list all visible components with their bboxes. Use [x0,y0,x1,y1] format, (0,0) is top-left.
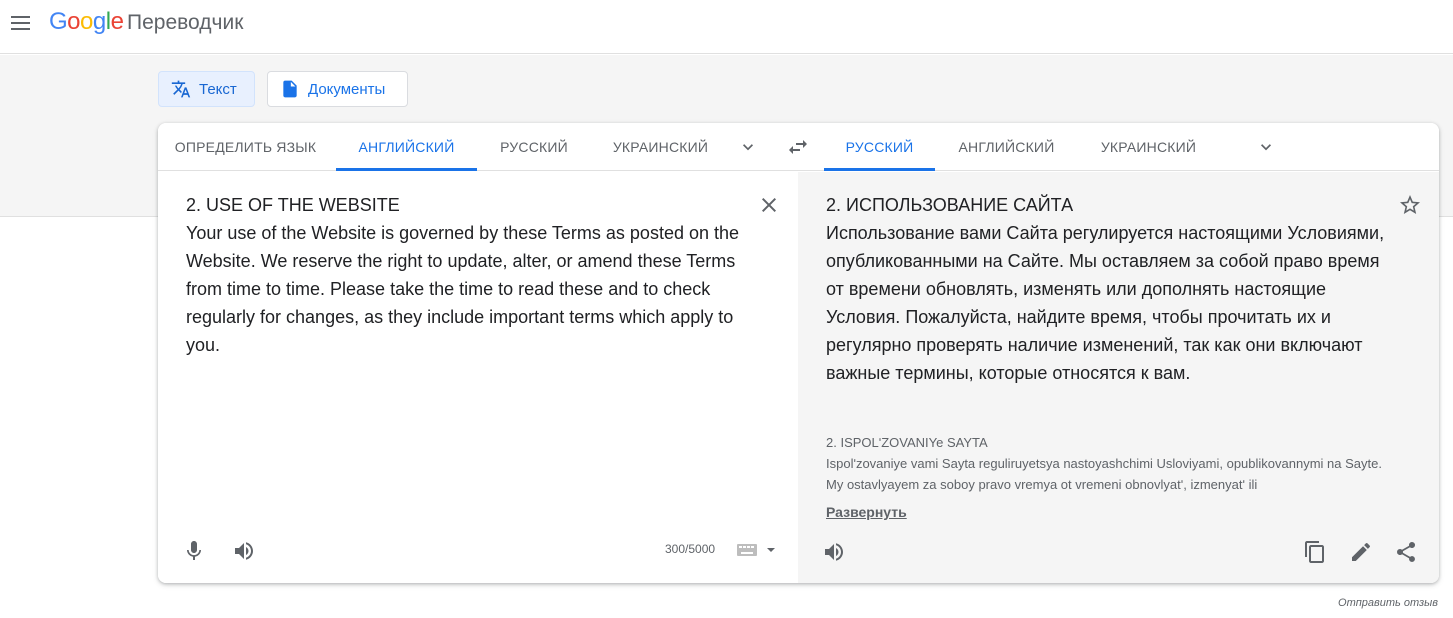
tab-target-russian[interactable]: РУССКИЙ [824,123,935,171]
app-header: Google Переводчик [0,0,1453,54]
keyboard-icon[interactable] [737,544,757,556]
translation-card: ОПРЕДЕЛИТЬ ЯЗЫК АНГЛИЙСКИЙ РУССКИЙ УКРАИ… [158,123,1439,583]
edit-pencil-icon[interactable] [1349,540,1373,564]
tab-target-ukrainian[interactable]: УКРАИНСКИЙ [1078,123,1219,171]
source-pane: 2. USE OF THE WEBSITE Your use of the We… [158,172,798,583]
menu-icon[interactable] [10,12,32,34]
source-more-languages-chevron-icon[interactable] [738,137,758,157]
tab-target-english[interactable]: АНГЛИЙСКИЙ [936,123,1077,171]
language-bar: ОПРЕДЕЛИТЬ ЯЗЫК АНГЛИЙСКИЙ РУССКИЙ УКРАИ… [158,123,1439,171]
keyboard-dropdown-icon[interactable] [766,546,776,554]
target-pane: 2. ИСПОЛЬЗОВАНИЕ САЙТА Использование вам… [798,172,1439,583]
google-logo[interactable]: Google [49,8,124,36]
translate-icon [171,80,191,98]
tab-source-russian[interactable]: РУССКИЙ [478,123,590,171]
character-counter: 300/5000 [665,542,716,556]
documents-mode-button[interactable]: Документы [267,71,408,107]
tab-detect-language[interactable]: ОПРЕДЕЛИТЬ ЯЗЫК [158,123,333,171]
swap-languages-icon[interactable] [786,135,810,159]
tab-source-english[interactable]: АНГЛИЙСКИЙ [336,123,477,171]
save-star-icon[interactable] [1398,193,1422,217]
send-feedback-link[interactable]: Отправить отзыв [1338,597,1438,609]
transliteration-text: 2. ISPOLʹZOVANIYe SAYTA Ispolʹzovaniye v… [826,435,1382,492]
translation-output: 2. ИСПОЛЬЗОВАНИЕ САЙТА Использование вам… [826,195,1385,383]
source-textarea[interactable]: 2. USE OF THE WEBSITE Your use of the We… [186,191,756,359]
text-mode-button[interactable]: Текст [158,71,255,107]
microphone-icon[interactable] [182,539,206,563]
target-speaker-icon[interactable] [822,540,846,564]
documents-mode-label: Документы [308,80,386,98]
clear-text-close-icon[interactable] [757,193,781,217]
copy-icon[interactable] [1303,540,1327,564]
tab-source-ukrainian[interactable]: УКРАИНСКИЙ [590,123,731,171]
app-name: Переводчик [127,11,244,34]
target-more-languages-chevron-icon[interactable] [1256,137,1276,157]
document-icon [283,80,297,98]
source-speaker-icon[interactable] [232,539,256,563]
text-mode-label: Текст [199,80,237,98]
share-icon[interactable] [1394,540,1418,564]
expand-link[interactable]: Развернуть [826,504,907,520]
